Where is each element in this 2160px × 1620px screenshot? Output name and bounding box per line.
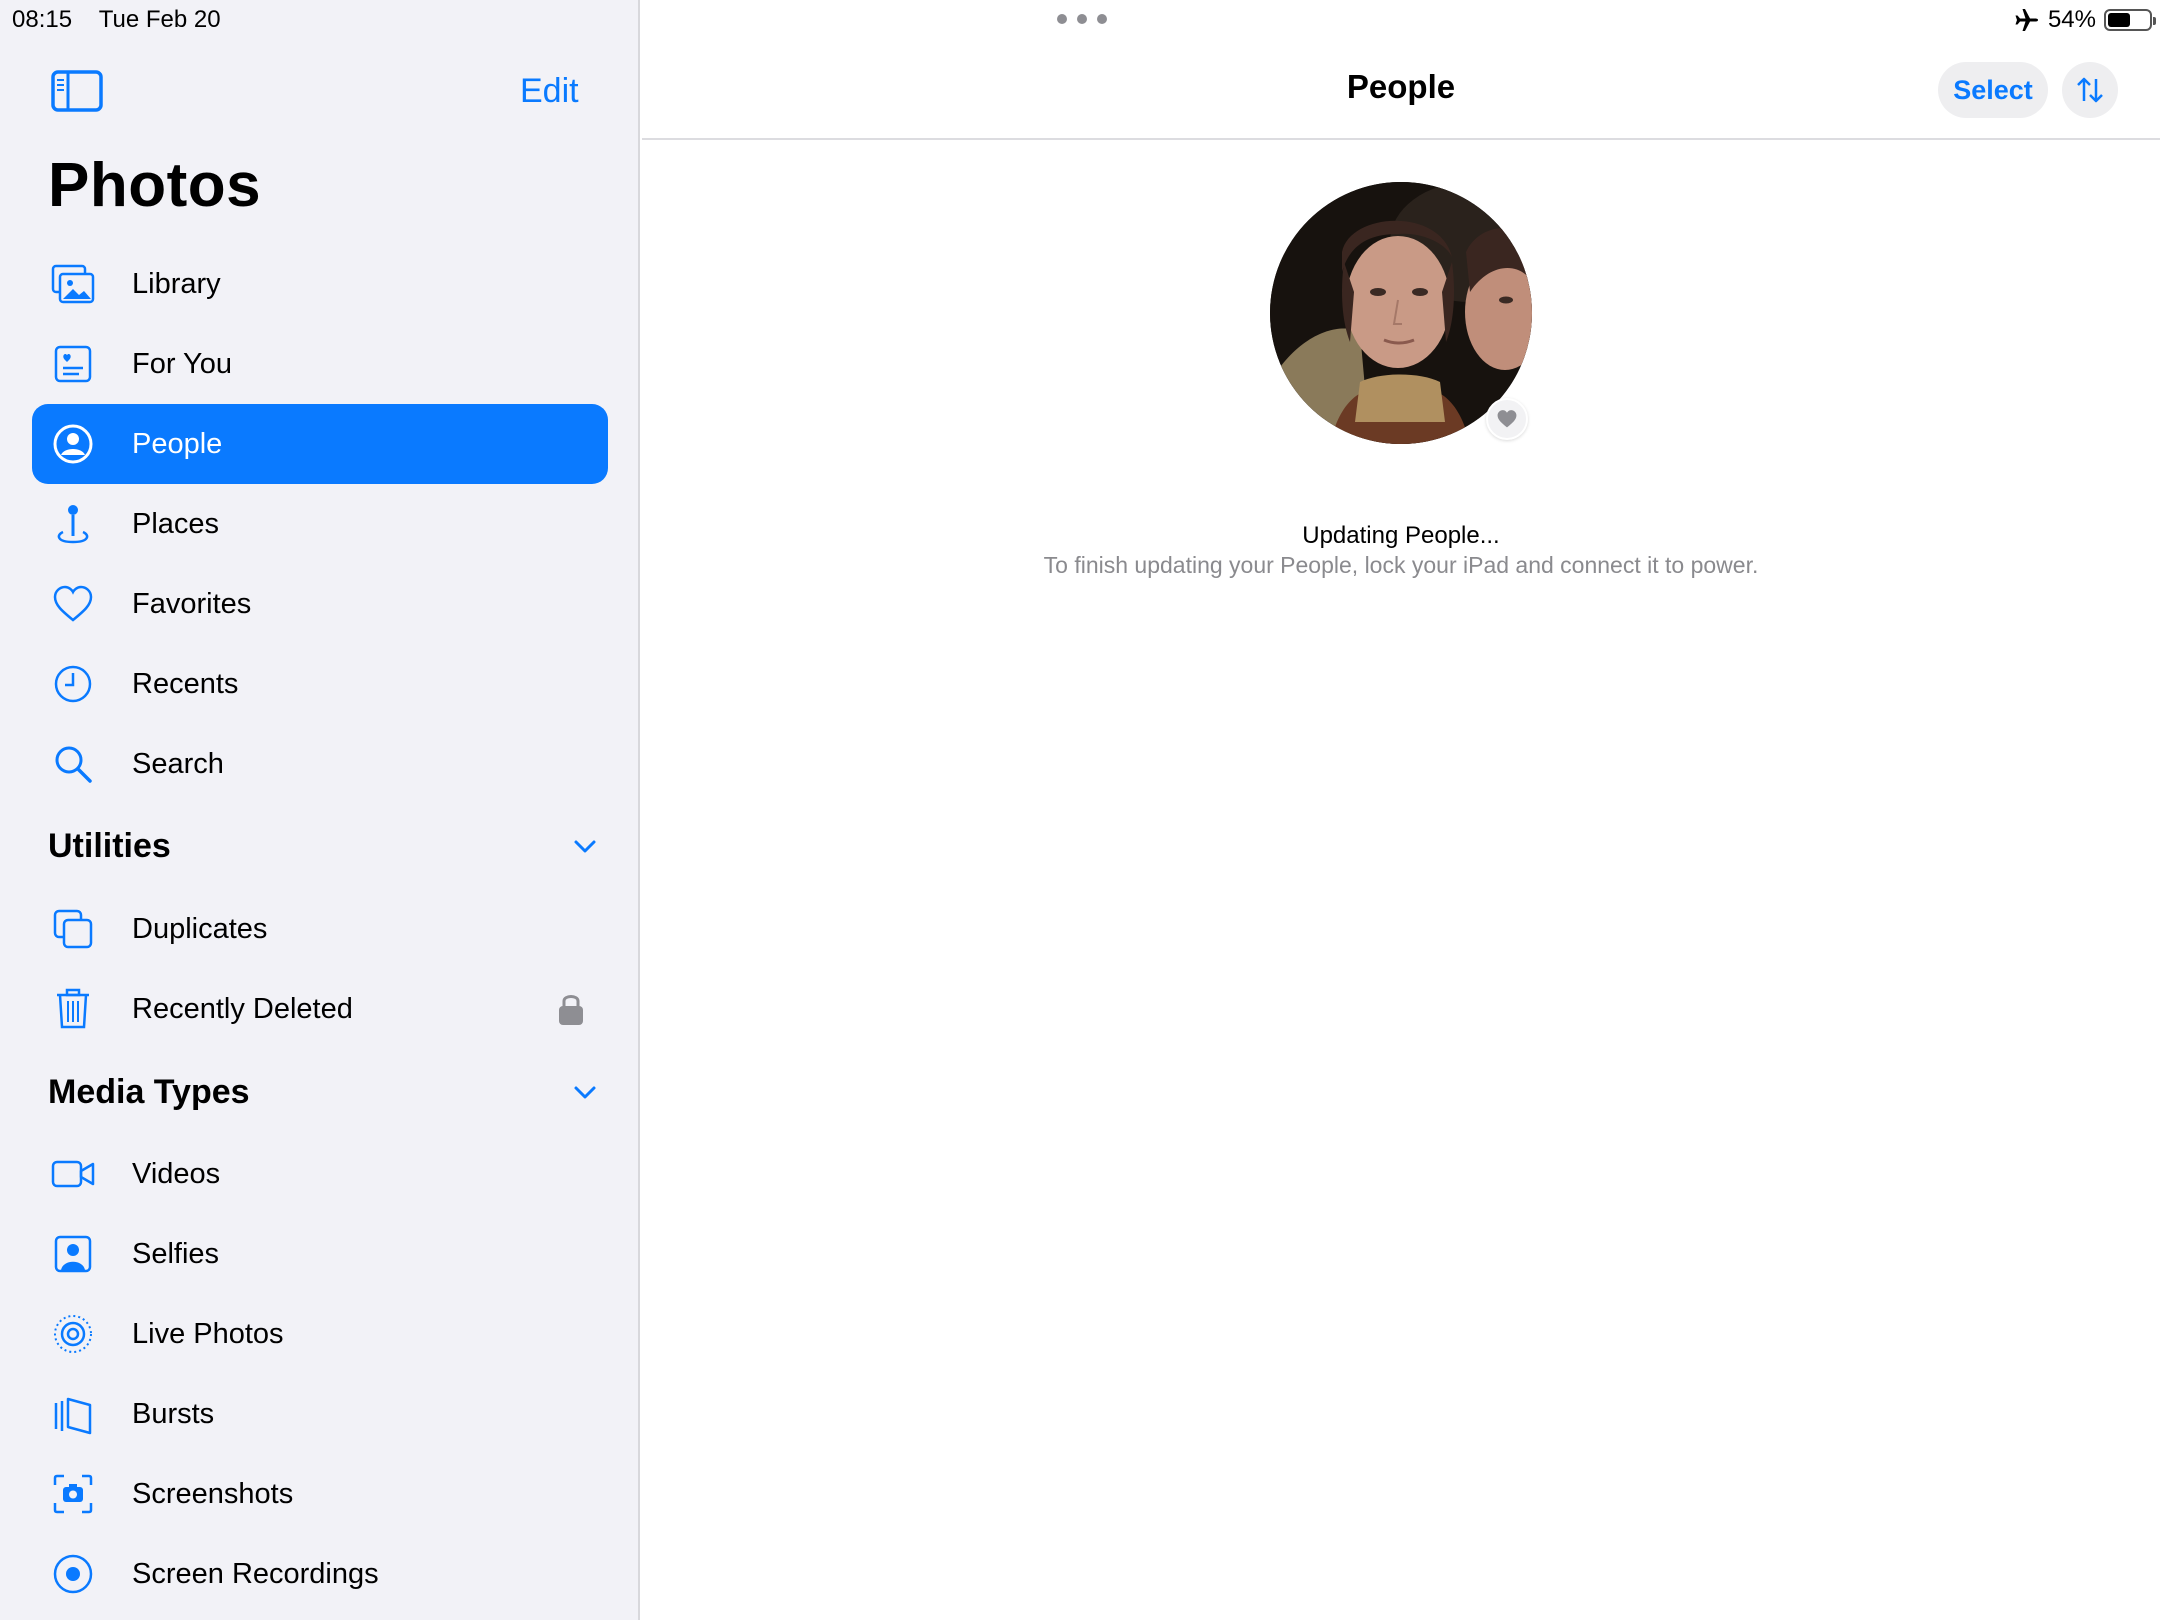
sidebar-item-label: Favorites <box>132 587 252 620</box>
sidebar-title: Photos <box>48 151 262 220</box>
sidebar-item-search[interactable]: Search <box>32 724 608 804</box>
map-pin-icon <box>48 499 98 549</box>
status-bar-right: 54% <box>2014 4 2156 36</box>
favorite-toggle-button[interactable] <box>1486 398 1528 440</box>
sidebar-item-label: Recently Deleted <box>132 992 353 1025</box>
sidebar-item-label: Bursts <box>132 1397 215 1430</box>
updating-status-title: Updating People... <box>1302 522 1500 549</box>
sidebar-toggle-button[interactable] <box>50 68 104 114</box>
status-bar-left: 08:15 Tue Feb 20 <box>12 6 221 34</box>
sidebar-item-label: Selfies <box>132 1237 220 1270</box>
sidebar-item-label: Live Photos <box>132 1317 284 1350</box>
sidebar-item-screen-recordings[interactable]: Screen Recordings <box>32 1534 608 1614</box>
chevron-down-icon <box>574 1086 596 1099</box>
sidebar-item-screenshots[interactable]: Screenshots <box>32 1454 608 1534</box>
sort-button[interactable] <box>2062 62 2118 118</box>
video-icon <box>48 1149 98 1199</box>
status-date: Tue Feb 20 <box>98 6 221 33</box>
heart-icon <box>48 579 98 629</box>
sidebar-item-label: Recents <box>132 667 239 700</box>
navigation-bar: People Select <box>642 40 2160 140</box>
section-title: Utilities <box>48 826 171 865</box>
photo-library-icon <box>48 259 98 309</box>
airplane-mode-icon <box>2015 9 2038 31</box>
sidebar-item-selfies[interactable]: Selfies <box>32 1214 608 1294</box>
edit-button[interactable]: Edit <box>520 68 579 114</box>
battery-percent: 54% <box>2047 6 2096 33</box>
screenshot-icon <box>48 1469 98 1519</box>
sidebar-item-label: Search <box>132 747 224 780</box>
heart-fill-icon <box>1497 410 1517 428</box>
selfie-icon <box>48 1229 98 1279</box>
chevron-down-icon <box>574 840 596 853</box>
sidebar-item-label: Duplicates <box>132 912 268 945</box>
sidebar-item-videos[interactable]: Videos <box>32 1134 608 1214</box>
sidebar-item-label: People <box>132 427 223 460</box>
sidebar-item-label: Screen Recordings <box>132 1557 379 1590</box>
section-title: Media Types <box>48 1072 250 1111</box>
sidebar-item-live-photos[interactable]: Live Photos <box>32 1294 608 1374</box>
search-icon <box>48 739 98 789</box>
person-circle-icon <box>48 419 98 469</box>
bursts-icon <box>48 1389 98 1439</box>
duplicates-icon <box>48 904 98 954</box>
sidebar-item-recents[interactable]: Recents <box>32 644 608 724</box>
status-time: 08:15 <box>12 6 73 33</box>
sidebar-item-duplicates[interactable]: Duplicates <box>32 889 608 969</box>
clock-icon <box>48 659 98 709</box>
page-title: People <box>1346 68 1456 105</box>
sidebar-item-people[interactable]: People <box>32 404 608 484</box>
sidebar: 08:15 Tue Feb 20 Edit Photos Library For… <box>0 0 640 1620</box>
sidebar-item-places[interactable]: Places <box>32 484 608 564</box>
main-content: 54% People Select Updating People... To … <box>642 0 2160 1620</box>
sidebar-item-label: Screenshots <box>132 1477 294 1510</box>
lock-icon <box>559 995 583 1025</box>
sidebar-item-favorites[interactable]: Favorites <box>32 564 608 644</box>
updating-status-message: To finish updating your People, lock you… <box>1043 552 1759 578</box>
sidebar-item-label: Videos <box>132 1157 221 1190</box>
multitasking-menu-icon[interactable] <box>1057 14 1107 26</box>
sidebar-icon <box>51 70 103 112</box>
trash-icon <box>48 984 98 1034</box>
live-photo-icon <box>48 1309 98 1359</box>
screen-recording-icon <box>48 1549 98 1599</box>
sidebar-item-bursts[interactable]: Bursts <box>32 1374 608 1454</box>
section-header-utilities[interactable]: Utilities <box>48 816 608 876</box>
select-button[interactable]: Select <box>1938 62 2048 118</box>
section-header-media-types[interactable]: Media Types <box>48 1062 608 1122</box>
sidebar-item-label: Library <box>132 267 221 300</box>
sidebar-item-library[interactable]: Library <box>32 244 608 324</box>
sidebar-item-label: Places <box>132 507 220 540</box>
battery-icon <box>2104 9 2156 31</box>
sidebar-item-for-you[interactable]: For You <box>32 324 608 404</box>
for-you-icon <box>48 339 98 389</box>
sidebar-item-label: For You <box>132 347 232 380</box>
sort-arrows-icon <box>2077 77 2103 103</box>
sidebar-item-recently-deleted[interactable]: Recently Deleted <box>32 969 608 1049</box>
